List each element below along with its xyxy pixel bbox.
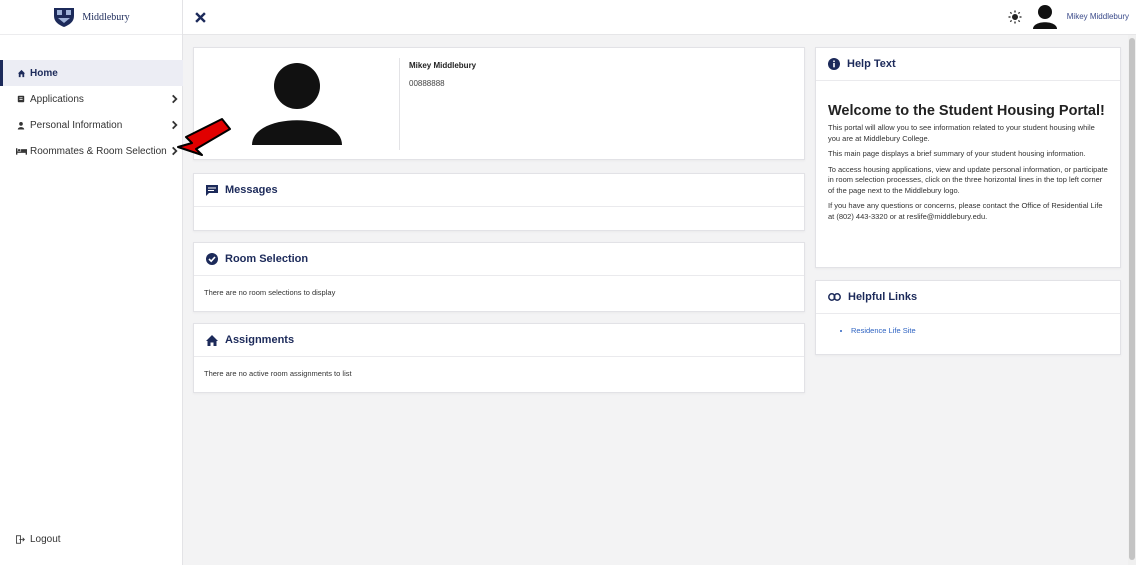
sidebar-item-label: Roommates & Room Selection [30, 145, 167, 157]
card-title: Messages [225, 184, 278, 196]
card-header: Helpful Links [816, 281, 1120, 314]
close-icon [194, 11, 206, 23]
help-paragraph: If you have any questions or concerns, p… [828, 201, 1103, 221]
assignments-card: Assignments There are no active room ass… [193, 323, 805, 393]
link-icon [828, 293, 841, 301]
profile-card: Mikey Middlebury 00888888 [193, 47, 805, 160]
profile-name: Mikey Middlebury [409, 61, 477, 70]
profile-avatar [252, 63, 342, 145]
shield-icon [54, 8, 75, 27]
empty-state-text: There are no active room assignments to … [204, 369, 352, 378]
card-title: Helpful Links [848, 291, 918, 303]
room-selection-card: Room Selection There are no room selecti… [193, 242, 805, 312]
chevron-right-icon [172, 94, 178, 104]
card-title: Assignments [225, 334, 295, 346]
close-menu-button[interactable] [193, 8, 207, 26]
info-icon [828, 58, 840, 70]
avatar[interactable] [1032, 4, 1058, 30]
message-icon [206, 184, 218, 196]
user-name[interactable]: Mikey Middlebury [1067, 12, 1129, 21]
sidebar-item-label: Personal Information [30, 119, 123, 131]
card-title: Room Selection [225, 253, 309, 265]
top-bar: Mikey Middlebury [183, 0, 1136, 35]
bed-icon [15, 147, 27, 155]
sidebar-item-label: Applications [30, 93, 84, 105]
sun-icon[interactable] [1008, 10, 1022, 24]
help-paragraph: This main page displays a brief summary … [828, 149, 1086, 158]
sidebar-item-roommates-room-selection[interactable]: Roommates & Room Selection [0, 138, 183, 164]
help-paragraph: This portal will allow you to see inform… [828, 123, 1095, 143]
help-heading: Welcome to the Student Housing Portal! [828, 103, 1105, 119]
card-header: Room Selection [194, 243, 804, 276]
card-title: Help Text [847, 58, 896, 70]
sidebar-nav: Home Applications Personal Information R… [0, 60, 183, 164]
helpful-links-card: Helpful Links Residence Life Site [815, 280, 1121, 355]
empty-state-text: There are no room selections to display [204, 288, 336, 297]
card-header: Messages [194, 174, 804, 207]
scrollbar-thumb[interactable] [1129, 38, 1135, 560]
sidebar-item-home[interactable]: Home [0, 60, 183, 86]
sidebar: Middlebury Home Applications Personal In… [0, 0, 183, 565]
divider [399, 58, 400, 150]
sign-out-icon [15, 535, 27, 544]
red-arrow-annotation-icon [177, 118, 231, 156]
help-text-card: Help Text Welcome to the Student Housing… [815, 47, 1121, 268]
person-icon [15, 121, 27, 130]
logout-label: Logout [30, 534, 61, 545]
home-icon [206, 334, 218, 346]
home-icon [15, 69, 27, 78]
clipboard-icon [15, 95, 27, 103]
check-circle-icon [206, 253, 218, 265]
card-header: Help Text [816, 48, 1120, 81]
messages-card: Messages [193, 173, 805, 231]
brand-name: Middlebury [82, 11, 130, 23]
card-header: Assignments [194, 324, 804, 357]
profile-id: 00888888 [409, 79, 445, 88]
link-residence-life-site[interactable]: Residence Life Site [851, 326, 1120, 335]
links-list: Residence Life Site [816, 314, 1120, 335]
sidebar-item-personal-information[interactable]: Personal Information [0, 112, 183, 138]
sidebar-item-applications[interactable]: Applications [0, 86, 183, 112]
help-paragraph: To access housing applications, view and… [828, 164, 1108, 195]
middlebury-logo[interactable]: Middlebury [0, 0, 182, 35]
logout-link[interactable]: Logout [15, 534, 61, 545]
sidebar-item-label: Home [30, 67, 58, 79]
